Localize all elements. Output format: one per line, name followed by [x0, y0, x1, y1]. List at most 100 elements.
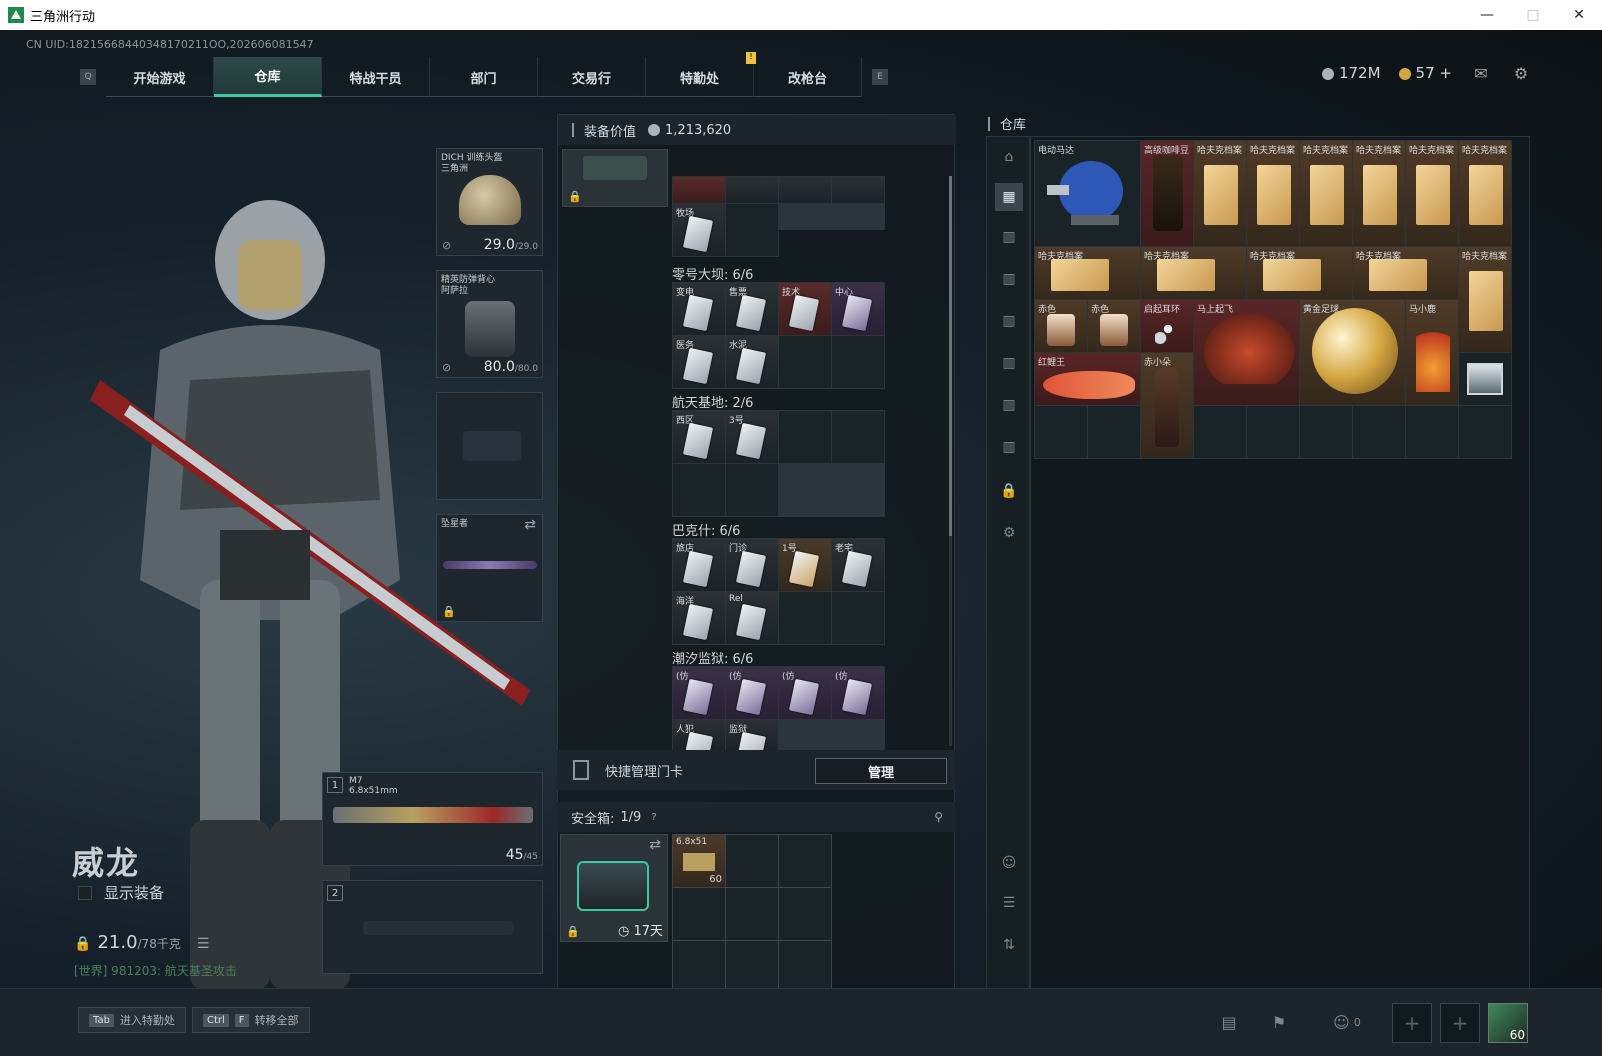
helmet-slot[interactable]: DICH 训练头盔 三角洲 ⊘ 29.0/29.0 — [436, 148, 543, 256]
keycard[interactable]: 水泥 — [726, 336, 778, 388]
file-item[interactable]: 哈夫克档案 — [1406, 141, 1458, 246]
world-chat-line[interactable]: [世界] 981203: 航天基圣攻击 — [74, 962, 237, 979]
empty-slot[interactable] — [779, 941, 831, 993]
keycard[interactable]: 1号 — [779, 539, 831, 591]
photo-item[interactable] — [1459, 353, 1511, 405]
keycard[interactable] — [779, 177, 831, 203]
file-item[interactable]: 哈夫克档案 — [1141, 247, 1246, 299]
empty-slot[interactable] — [1406, 406, 1458, 458]
tab-3[interactable]: 特战干员 — [322, 57, 430, 97]
gear-icon[interactable]: ⚙ — [1510, 64, 1532, 83]
warehouse-tab-7-icon[interactable]: ▥ — [995, 433, 1023, 461]
lock-icon[interactable]: 🔒 — [995, 477, 1023, 505]
tab-1[interactable]: 开始游戏 — [106, 57, 214, 97]
file-item[interactable]: 哈夫克档案 — [1247, 247, 1352, 299]
empty-slot[interactable] — [1459, 406, 1511, 458]
empty-slot[interactable] — [1247, 406, 1299, 458]
empty-card-slot[interactable] — [779, 336, 831, 388]
empty-card-slot[interactable] — [673, 464, 725, 516]
jar-item[interactable]: 赤色 — [1088, 300, 1140, 352]
transfer-all-hint[interactable]: Ctrl F 转移全部 — [192, 1007, 310, 1033]
secondary-weapon-slot[interactable]: 2 — [322, 880, 543, 974]
swap-icon[interactable]: ⇄ — [524, 517, 536, 533]
pistol-slot-empty[interactable] — [436, 392, 543, 500]
empty-card-slot[interactable] — [832, 336, 884, 388]
empty-slot[interactable] — [779, 835, 831, 887]
empty-slot[interactable] — [726, 835, 778, 887]
warehouse-tab-2-icon[interactable]: ▥ — [995, 223, 1023, 251]
warehouse-tab-6-icon[interactable]: ▥ — [995, 391, 1023, 419]
melee-slot[interactable]: 坠星者 ⇄ 🔒 — [436, 514, 543, 622]
keycard[interactable]: Rel — [726, 592, 778, 644]
primary-weapon-slot[interactable]: 1 M7 6.8x51mm 45/45 — [322, 772, 543, 866]
empty-slot[interactable] — [1088, 406, 1140, 458]
empty-slot[interactable] — [673, 888, 725, 940]
empty-slot[interactable] — [1353, 406, 1405, 458]
gear-icon[interactable]: ⚙ — [995, 519, 1023, 547]
pin-icon[interactable]: ⚲ — [934, 810, 943, 824]
mannequin-icon[interactable]: ☺ — [995, 849, 1023, 877]
warehouse-tab-4-icon[interactable]: ▥ — [995, 307, 1023, 335]
keycard[interactable]: (仿 — [832, 667, 884, 719]
empty-card-slot[interactable] — [832, 411, 884, 463]
keycard[interactable]: 中心 — [832, 283, 884, 335]
keycard[interactable]: 人犯 — [673, 720, 725, 769]
list-icon[interactable]: ☰ — [197, 936, 210, 952]
show-equipment-checkbox[interactable] — [78, 885, 92, 900]
nav-next-key[interactable]: E — [872, 69, 888, 85]
empty-card-slot[interactable] — [832, 592, 884, 644]
keycard[interactable]: 变电 — [673, 283, 725, 335]
file-item[interactable]: 哈夫克档案 — [1035, 247, 1140, 299]
keycard[interactable]: 西区 — [673, 411, 725, 463]
tab-7[interactable]: 改枪台 — [754, 57, 862, 97]
keycard[interactable]: (仿 — [726, 667, 778, 719]
safebox-item[interactable]: ⇄ 🔒 ◷ 17天 — [560, 834, 668, 942]
add-currency-button[interactable]: + — [1439, 64, 1452, 82]
file-item[interactable]: 哈夫克档案 — [1194, 141, 1246, 246]
invite-slot-2[interactable]: + — [1440, 1003, 1480, 1043]
keycard[interactable] — [673, 177, 725, 203]
empty-slot[interactable] — [673, 941, 725, 993]
empty-card-slot[interactable] — [726, 464, 778, 516]
empty-slot[interactable] — [726, 888, 778, 940]
keycard[interactable] — [726, 177, 778, 203]
file-item[interactable]: 哈夫克档案 — [1300, 141, 1352, 246]
invite-slot-1[interactable]: + — [1392, 1003, 1432, 1043]
earring-item[interactable]: 启起耳环 — [1141, 300, 1193, 352]
keycard[interactable]: 技术 — [779, 283, 831, 335]
keycard[interactable]: 牧场 — [673, 204, 725, 256]
keycard[interactable]: 3号 — [726, 411, 778, 463]
figure-item[interactable]: 赤小朵 — [1141, 353, 1193, 458]
enter-workshop-hint[interactable]: Tab 进入特勤处 — [78, 1007, 186, 1033]
tab-6[interactable]: 特勤处 — [646, 57, 754, 97]
horse-item[interactable]: 马上起飞 — [1194, 300, 1299, 405]
close-button[interactable]: ✕ — [1556, 0, 1602, 30]
coffee-item[interactable]: 高级咖啡豆 — [1141, 141, 1193, 246]
warehouse-tab-1-icon[interactable]: ▦ — [995, 183, 1023, 211]
fish-item[interactable]: 红鲤王 — [1035, 353, 1140, 405]
ball-item[interactable]: 黄金足球 — [1300, 300, 1405, 405]
keycard[interactable]: 监狱 — [726, 720, 778, 769]
squad-icon[interactable]: ☺ 0 — [1322, 1005, 1372, 1039]
tab-2[interactable]: 仓库 — [214, 57, 322, 97]
help-icon[interactable]: ? — [651, 812, 656, 823]
keycard[interactable]: (仿 — [779, 667, 831, 719]
flag-icon[interactable]: ⚑ — [1262, 1005, 1296, 1039]
empty-card-slot[interactable] — [779, 592, 831, 644]
empty-slot[interactable] — [1035, 406, 1087, 458]
avatar[interactable]: 60 — [1488, 1003, 1528, 1043]
file-item[interactable]: 哈夫克档案 — [1459, 247, 1511, 352]
motor-item[interactable]: 电动马达 — [1035, 141, 1140, 246]
armor-slot[interactable]: 精英防弹背心 阿萨拉 ⊘ 80.0/80.0 — [436, 270, 543, 378]
layers-icon[interactable]: ☰ — [995, 889, 1023, 917]
keycard[interactable] — [832, 177, 884, 203]
minimize-button[interactable]: — — [1464, 0, 1510, 30]
parrot-item[interactable]: 马小鹿 — [1406, 300, 1458, 405]
file-item[interactable]: 哈夫克档案 — [1353, 247, 1458, 299]
card-scrollbar[interactable] — [949, 176, 952, 746]
manage-button[interactable]: 管理 — [815, 758, 947, 784]
jar-item[interactable]: 赤色 — [1035, 300, 1087, 352]
file-item[interactable]: 哈夫克档案 — [1247, 141, 1299, 246]
keycard[interactable]: 海洋 — [673, 592, 725, 644]
empty-slot[interactable] — [726, 941, 778, 993]
